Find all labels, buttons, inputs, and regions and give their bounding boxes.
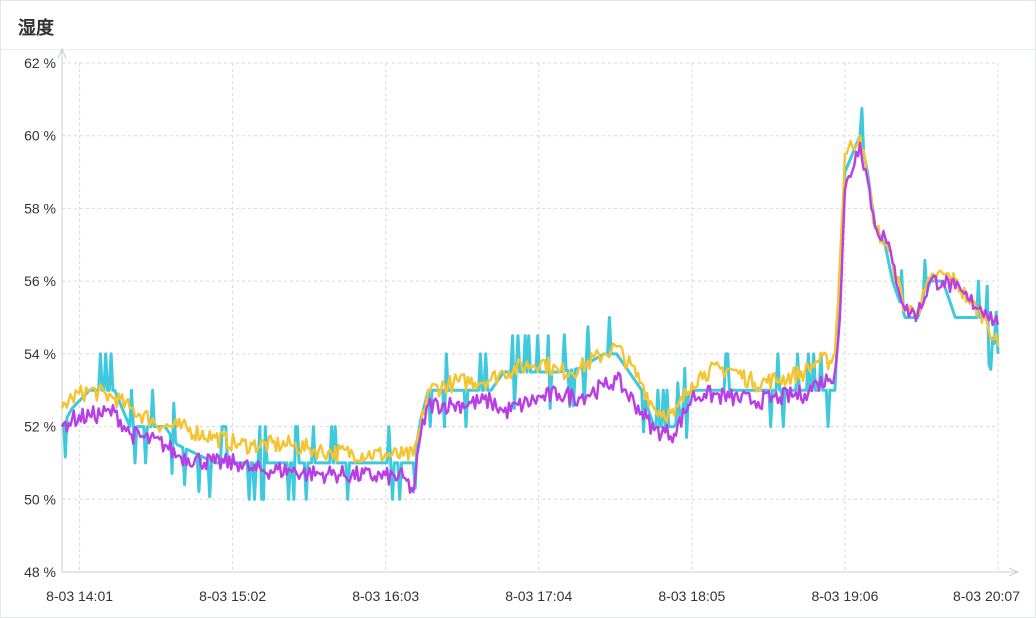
x-tick-label: 8-03 20:07: [953, 588, 1020, 604]
x-tick-label: 8-03 14:01: [46, 588, 113, 604]
y-tick-label: 54 %: [24, 346, 56, 362]
y-tick-label: 50 %: [24, 491, 56, 507]
x-tick-label: 8-03 17:04: [505, 588, 572, 604]
humidity-line-chart: 48 % 50 % 52 % 54 % 56 % 58 % 60 % 62 % 8-03 14:…: [24, 47, 1020, 604]
x-tick-label: 8-03 18:05: [658, 588, 725, 604]
x-tick-label: 8-03 19:06: [811, 588, 878, 604]
series-line-2: [60, 134, 1000, 464]
y-tick-label: 58 %: [24, 200, 56, 216]
y-tick-label: 48 %: [24, 564, 56, 580]
x-tick-label: 8-03 16:03: [352, 588, 419, 604]
y-tick-label: 62 %: [24, 55, 56, 71]
x-tick-label: 8-03 15:02: [199, 588, 266, 604]
y-tick-label: 60 %: [24, 128, 56, 144]
series-line-1: [60, 106, 1000, 501]
series-line-3: [60, 141, 1000, 494]
y-tick-label: 52 %: [24, 419, 56, 435]
y-tick-label: 56 %: [24, 273, 56, 289]
